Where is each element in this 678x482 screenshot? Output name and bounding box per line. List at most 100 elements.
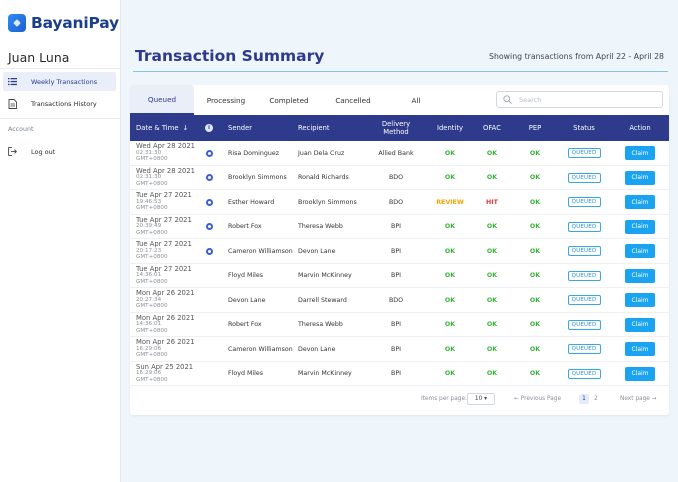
date-time-cell: Tue Apr 27 2021 20:39:49 GMT+0800 bbox=[136, 216, 192, 237]
table-row[interactable]: Tue Apr 27 2021 20:17:23 GMT+0800 Cameron W… bbox=[130, 239, 669, 264]
table-row[interactable]: Tue Apr 27 2021 19:46:53 GMT+0800 Esther Ho… bbox=[130, 190, 669, 215]
recipient-cell: Devon Lane bbox=[298, 247, 336, 255]
search-input[interactable] bbox=[519, 95, 649, 104]
transaction-date: Tue Apr 27 2021 bbox=[136, 240, 192, 248]
table-row[interactable]: Wed Apr 28 2021 02:31:30 GMT+0800 Risa Domi… bbox=[130, 141, 669, 166]
previous-page-button[interactable]: ← Previous Page bbox=[514, 396, 561, 402]
tab-completed[interactable]: Completed bbox=[258, 85, 320, 115]
pep-cell: OK bbox=[529, 247, 541, 255]
recipient-cell: Brooklyn Simmons bbox=[298, 198, 357, 206]
column-header-label: Date & Time bbox=[136, 124, 179, 132]
ofac-cell: OK bbox=[486, 370, 498, 377]
page-button-2[interactable]: 2 bbox=[591, 394, 601, 404]
ofac-cell: OK bbox=[486, 149, 498, 157]
date-time-cell: Tue Apr 27 2021 19:46:53 GMT+0800 bbox=[136, 192, 192, 212]
flag-icon bbox=[205, 149, 213, 157]
delivery-method-cell: BPI bbox=[391, 345, 401, 353]
status-cell: QUEUED bbox=[562, 288, 606, 312]
column-header-flag: i bbox=[203, 115, 215, 141]
identity-cell: OK bbox=[444, 149, 456, 157]
page-button-1[interactable]: 1 bbox=[579, 394, 589, 404]
pep-cell: OK bbox=[529, 370, 541, 377]
flag-cell bbox=[203, 215, 215, 239]
claim-button[interactable]: Claim bbox=[625, 366, 655, 381]
identity-cell: OK bbox=[444, 345, 456, 353]
claim-button[interactable]: Claim bbox=[625, 268, 655, 283]
table-row[interactable]: Mon Apr 26 2021 20:27:34 GMT+0800 Devon Lan… bbox=[130, 288, 669, 313]
tab-processing[interactable]: Processing bbox=[194, 85, 258, 115]
search-box bbox=[496, 91, 663, 108]
claim-button[interactable]: Claim bbox=[625, 195, 655, 209]
status-cell: QUEUED bbox=[562, 264, 606, 288]
claim-button[interactable]: Claim bbox=[625, 170, 655, 185]
sender-cell: Brooklyn Simmons bbox=[228, 174, 287, 181]
items-per-page-label: Items per page: bbox=[421, 396, 467, 402]
transaction-date: Mon Apr 26 2021 bbox=[136, 338, 195, 346]
sender-cell: Robert Fox bbox=[228, 223, 262, 230]
delivery-method-cell: Allied Bank bbox=[378, 149, 414, 157]
brand-logo[interactable]: BayaniPay bbox=[8, 14, 119, 32]
claim-button[interactable]: Claim bbox=[625, 342, 655, 356]
delivery-method-cell: BPI bbox=[391, 223, 401, 230]
recipient-cell: Juan Dela Cruz bbox=[298, 149, 345, 157]
tab-all[interactable]: All bbox=[386, 85, 446, 115]
delivery-method-cell: BDO bbox=[388, 296, 404, 304]
transaction-timezone: GMT+0800 bbox=[136, 156, 168, 162]
page-title: Transaction Summary bbox=[135, 47, 325, 65]
tab-cancelled[interactable]: Cancelled bbox=[320, 85, 386, 115]
flag-cell bbox=[203, 166, 215, 190]
user-name: Juan Luna bbox=[8, 50, 70, 65]
claim-button[interactable]: Claim bbox=[625, 146, 655, 160]
ofac-cell: OK bbox=[486, 174, 498, 181]
ofac-cell: OK bbox=[486, 345, 498, 353]
transactions-card: Queued Processing Completed Cancelled Al… bbox=[130, 85, 669, 415]
table-header: Date & Time ↓ i Sender Recipient Deliver… bbox=[130, 115, 669, 141]
delivery-method-cell: BPI bbox=[391, 247, 401, 255]
claim-button[interactable]: Claim bbox=[625, 293, 655, 307]
table-row[interactable]: Tue Apr 27 2021 20:39:49 GMT+0800 Robert Fo… bbox=[130, 215, 669, 239]
ofac-cell: OK bbox=[486, 296, 498, 304]
sidebar-item-transactions-history[interactable]: Transactions History bbox=[3, 94, 116, 113]
sidebar-item-weekly-transactions[interactable]: Weekly Transactions bbox=[3, 72, 116, 91]
date-time-cell: Wed Apr 28 2021 02:31:30 GMT+0800 bbox=[136, 143, 195, 163]
flag-cell bbox=[203, 239, 215, 263]
info-icon: i bbox=[205, 124, 213, 132]
table-row[interactable]: Wed Apr 28 2021 02:31:30 GMT+0800 Brooklyn … bbox=[130, 166, 669, 190]
date-time-cell: Sun Apr 25 2021 16:29:06 GMT+0800 bbox=[136, 363, 193, 384]
status-cell: QUEUED bbox=[562, 141, 606, 165]
ofac-cell: OK bbox=[486, 247, 498, 255]
status-badge: QUEUED bbox=[567, 319, 601, 330]
claim-button[interactable]: Claim bbox=[625, 219, 655, 234]
status-badge: QUEUED bbox=[567, 197, 601, 207]
ofac-cell: OK bbox=[486, 272, 498, 279]
document-icon bbox=[8, 99, 17, 109]
identity-cell: OK bbox=[444, 272, 456, 279]
column-header-status: Status bbox=[573, 124, 595, 132]
action-cell: Claim bbox=[617, 141, 663, 165]
logout-button[interactable]: Log out bbox=[3, 142, 116, 161]
status-cell: QUEUED bbox=[562, 362, 606, 386]
identity-cell: OK bbox=[444, 370, 456, 377]
column-header-delivery-method: Delivery Method bbox=[381, 120, 411, 136]
pep-cell: OK bbox=[529, 198, 541, 206]
action-cell: Claim bbox=[617, 362, 663, 386]
table-row[interactable]: Mon Apr 26 2021 14:36:01 GMT+0800 Robert Fo… bbox=[130, 313, 669, 337]
table-row[interactable]: Tue Apr 27 2021 14:36:01 GMT+0800 Floyd Mil… bbox=[130, 264, 669, 288]
table-row[interactable]: Mon Apr 26 2021 16:29:06 GMT+0800 Cameron W… bbox=[130, 337, 669, 362]
items-per-page-select[interactable]: 10 ▾ bbox=[467, 393, 495, 405]
sender-cell: Devon Lane bbox=[228, 296, 266, 304]
sidebar: BayaniPay Juan Luna Weekly Transactions … bbox=[0, 0, 121, 482]
column-header-date[interactable]: Date & Time ↓ bbox=[136, 115, 200, 141]
claim-button[interactable]: Claim bbox=[625, 317, 655, 332]
sender-cell: Floyd Miles bbox=[228, 272, 264, 279]
status-badge: QUEUED bbox=[567, 344, 601, 354]
identity-cell: REVIEW bbox=[436, 198, 464, 206]
tab-queued[interactable]: Queued bbox=[130, 85, 194, 115]
status-cell: QUEUED bbox=[562, 313, 606, 337]
next-page-button[interactable]: Next page → bbox=[620, 396, 657, 402]
date-range-text: Showing transactions from April 22 - Apr… bbox=[489, 52, 664, 61]
claim-button[interactable]: Claim bbox=[625, 244, 655, 258]
date-time-cell: Wed Apr 28 2021 02:31:30 GMT+0800 bbox=[136, 167, 195, 188]
table-row[interactable]: Sun Apr 25 2021 16:29:06 GMT+0800 Floyd Mil… bbox=[130, 362, 669, 386]
recipient-cell: Devon Lane bbox=[298, 345, 336, 353]
